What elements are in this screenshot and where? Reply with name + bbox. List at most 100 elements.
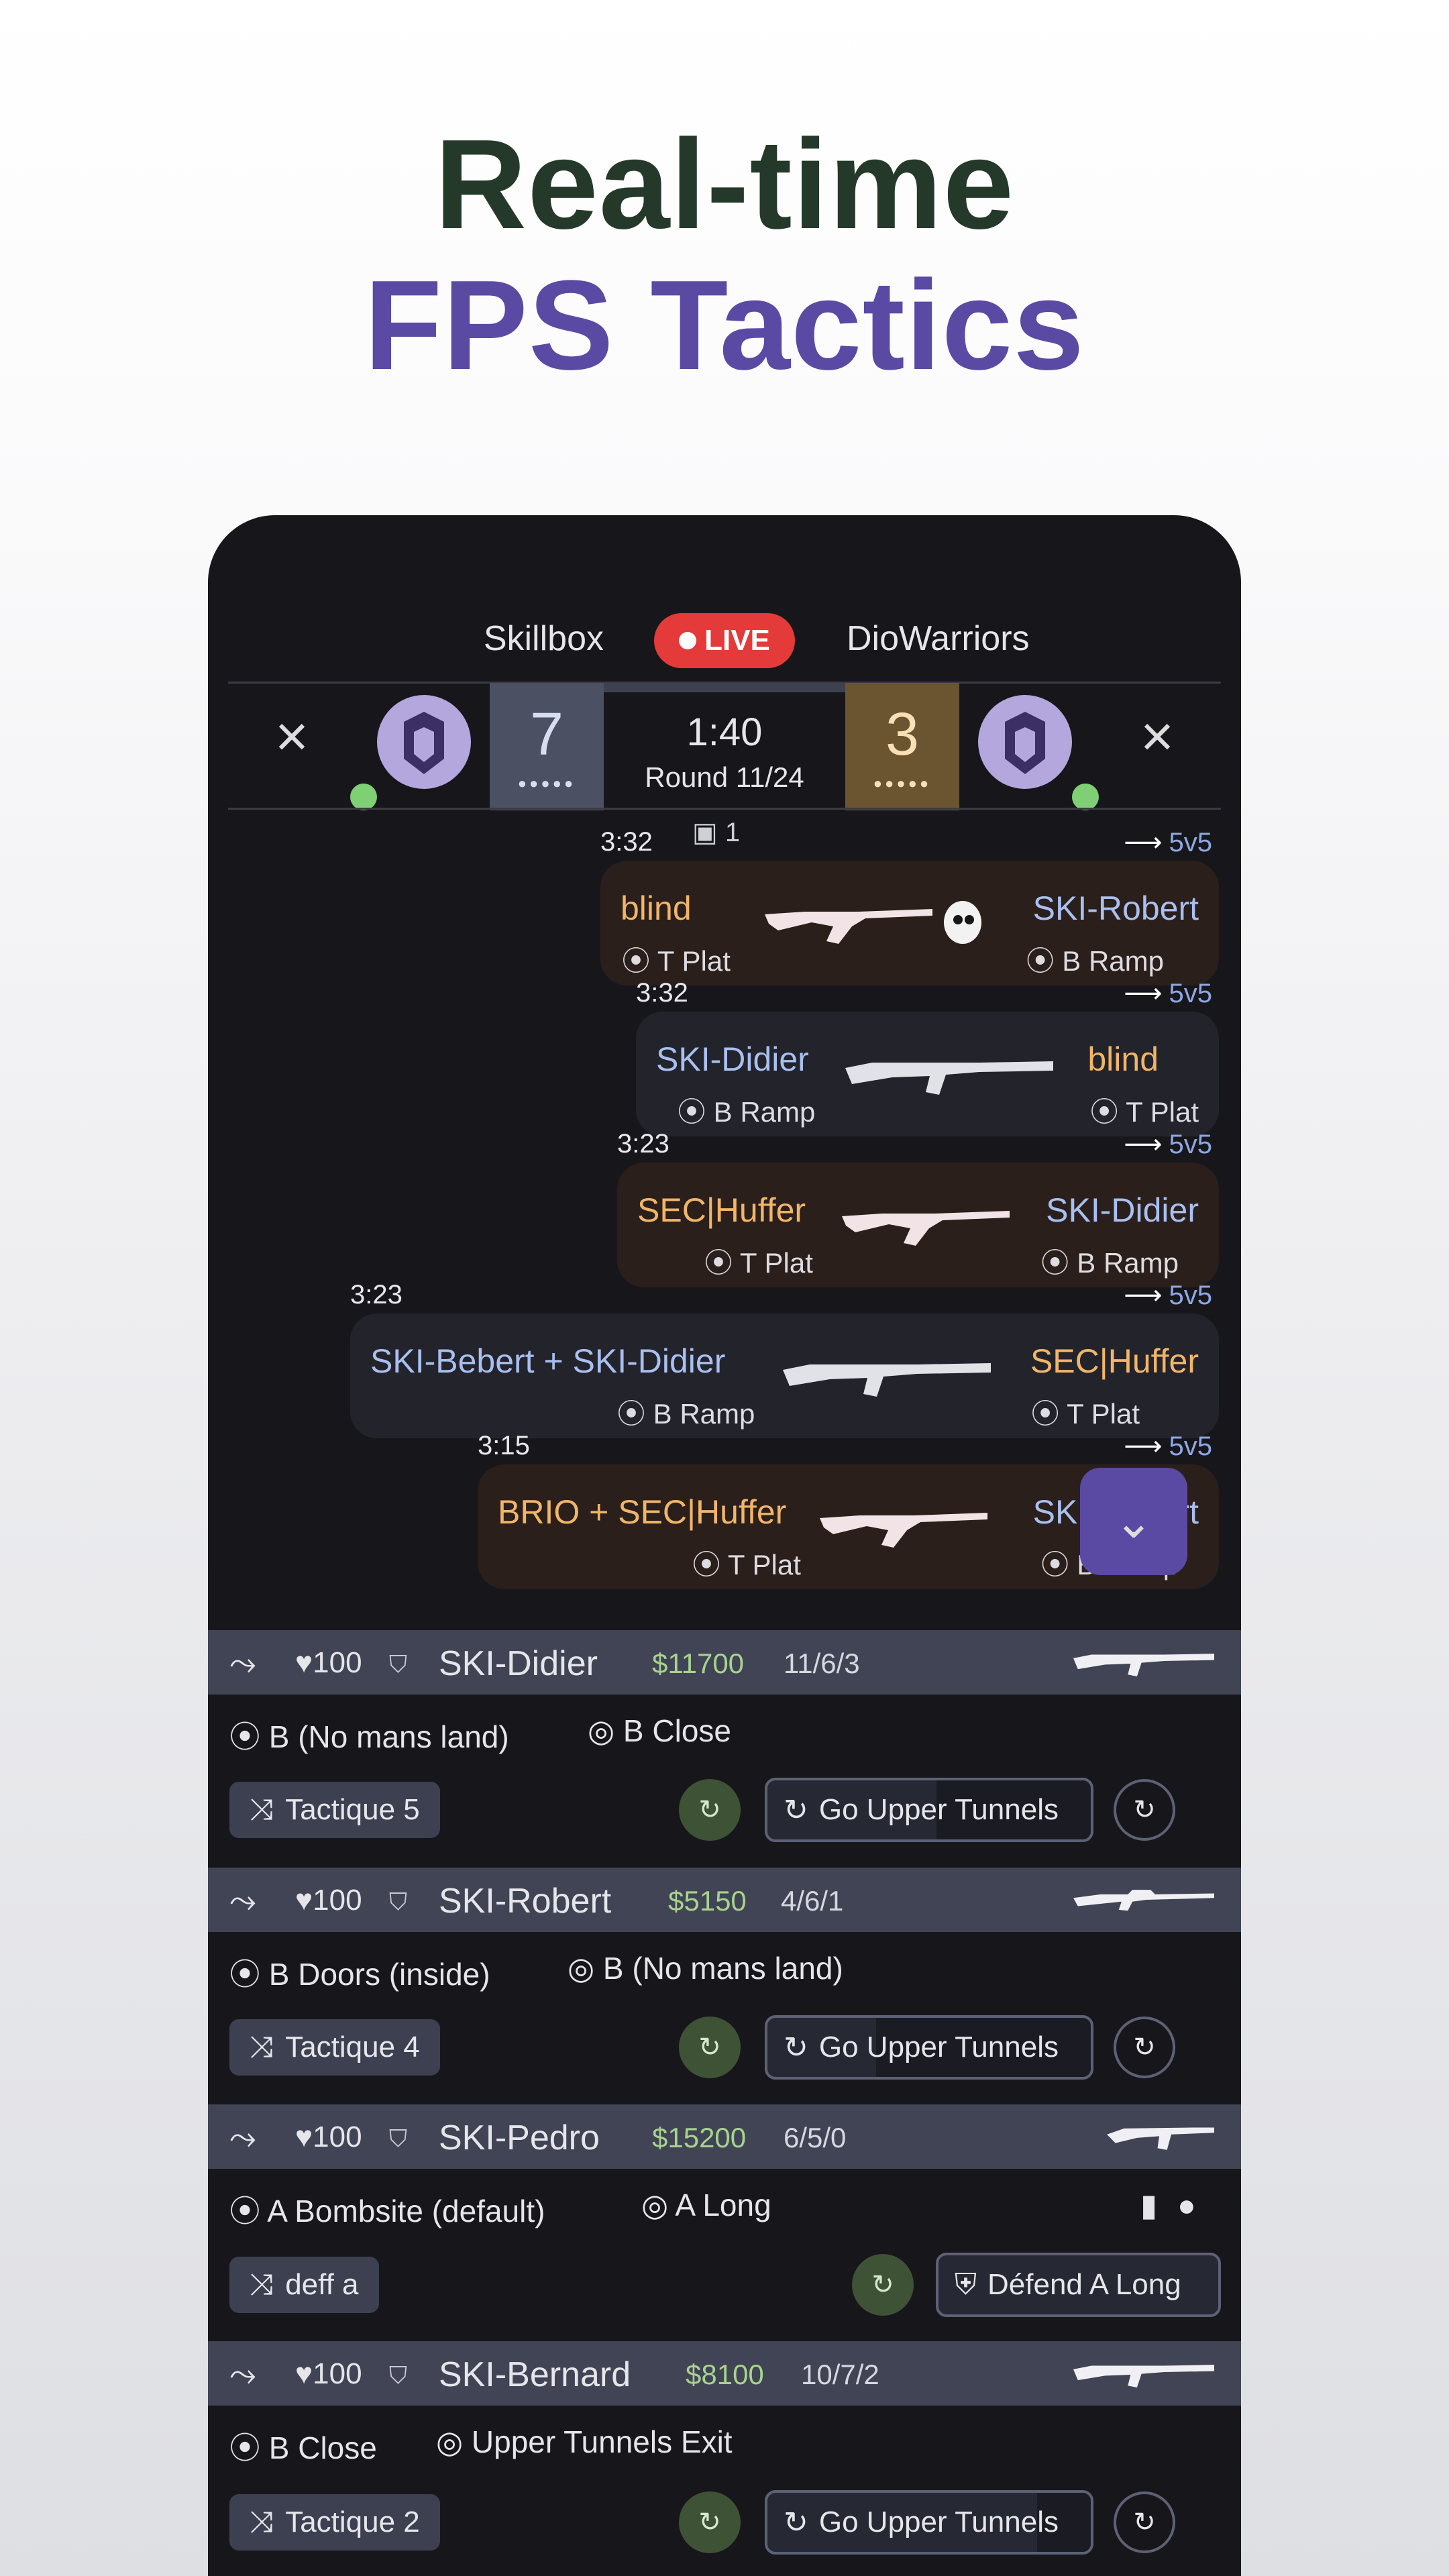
victim-name: blind bbox=[1087, 1040, 1159, 1078]
sniper-rifle-icon bbox=[1073, 1890, 1214, 1911]
score-left-box: 7 ●●●●● bbox=[490, 683, 604, 810]
killer-name: SEC|Huffer bbox=[637, 1191, 806, 1229]
players-alive-icon: ●●●●● bbox=[873, 775, 932, 792]
player-money: $5150 bbox=[668, 1885, 747, 1917]
target: ◎ A Long bbox=[641, 2188, 771, 2222]
kill-tag: ⟶ 5v5 bbox=[1124, 828, 1212, 857]
live-dot-icon bbox=[679, 632, 697, 649]
live-label: LIVE bbox=[704, 624, 770, 657]
action-button[interactable]: ↻ Go Upper Tunnels bbox=[765, 2015, 1093, 2080]
team-right-logo[interactable] bbox=[978, 695, 1072, 789]
killfeed-item[interactable]: 3:23 ⟶ 5v5 SKI-Bebert + SKI-Didier ⦿ B Ra… bbox=[350, 1280, 1219, 1438]
player-kda: 6/5/0 bbox=[784, 2122, 847, 2153]
tactic-chip[interactable]: ⤨ Tactique 5 bbox=[229, 1782, 440, 1838]
divider bbox=[228, 808, 1221, 810]
player-name: SKI-Pedro bbox=[439, 2118, 600, 2157]
killfeed-item[interactable]: 3:23 ⟶ 5v5 SEC|Huffer ⦿ T Plat SKI-Didier… bbox=[617, 1129, 1219, 1287]
killer-location: ⦿ T Plat bbox=[622, 945, 731, 977]
shuffle-icon: ⤨ bbox=[250, 1793, 274, 1826]
target: ◎ B (No mans land) bbox=[568, 1951, 843, 1986]
m4-rifle-icon bbox=[1073, 2365, 1214, 2387]
match-header: Skillbox LIVE DioWarriors bbox=[208, 609, 1241, 669]
arrow-icon: ⟶ bbox=[1124, 1432, 1163, 1461]
killfeed-item[interactable]: 3:32 ⟶ 5v5 blind ⦿ T Plat SKI-Robert ⦿ B … bbox=[600, 827, 1219, 985]
killer-name: blind bbox=[621, 890, 692, 927]
shuffle-icon: ⤨ bbox=[250, 2268, 274, 2301]
position: ⦿ A Bombsite (default) bbox=[229, 2194, 545, 2229]
armor-shield-icon: ⛉ bbox=[389, 2361, 408, 2389]
tv-icon: ▣ bbox=[692, 818, 718, 847]
armor-shield-icon: ⛉ bbox=[389, 2125, 408, 2152]
status-reload-icon[interactable]: ↻ bbox=[679, 2491, 741, 2553]
player-bar[interactable]: ⤳ ♥100 ⛉ SKI-Robert $5150 4/6/1 bbox=[208, 1868, 1241, 1932]
player-money: $15200 bbox=[652, 2122, 747, 2153]
health: ♥100 bbox=[295, 1884, 362, 1917]
action-button[interactable]: ↻ Go Upper Tunnels bbox=[765, 2490, 1093, 2555]
player-bar[interactable]: ⤳ ♥100 ⛉ SKI-Didier $11700 11/6/3 bbox=[208, 1630, 1241, 1695]
tactic-chip[interactable]: ⤨ Tactique 4 bbox=[229, 2019, 440, 2076]
team-left-name[interactable]: Skillbox bbox=[484, 619, 604, 659]
status-reload-icon[interactable]: ↻ bbox=[852, 2254, 914, 2316]
player-name: SKI-Didier bbox=[439, 1644, 598, 1683]
position: ⦿ B (No mans land) bbox=[229, 1719, 509, 1754]
close-right-icon[interactable]: × bbox=[1124, 703, 1191, 770]
health: ♥100 bbox=[295, 1646, 362, 1679]
player-location-row: ⦿ B Close ◎ Upper Tunnels Exit bbox=[208, 2424, 1241, 2484]
tactic-chip[interactable]: ⤨ Tactique 2 bbox=[229, 2494, 440, 2551]
famas-rifle-icon bbox=[1107, 2127, 1214, 2150]
team-right-name[interactable]: DioWarriors bbox=[847, 619, 1030, 659]
m4-rifle-icon bbox=[1073, 1654, 1214, 1676]
target: ◎ B Close bbox=[588, 1713, 731, 1748]
player-bar[interactable]: ⤳ ♥100 ⛉ SKI-Pedro $15200 6/5/0 bbox=[208, 2104, 1241, 2169]
score-left: 7 bbox=[529, 701, 564, 768]
killer-location: ⦿ B Ramp bbox=[678, 1096, 816, 1128]
redo-icon: ↻ bbox=[784, 2506, 808, 2539]
kill-tag: ⟶ 5v5 bbox=[1124, 979, 1212, 1008]
killer-name: BRIO + SEC|Huffer bbox=[498, 1493, 787, 1531]
victim-location: ⦿ T Plat bbox=[1090, 1096, 1199, 1128]
player-kda: 10/7/2 bbox=[801, 2359, 879, 2390]
phone-screen: Skillbox LIVE DioWarriors × 7 ●●●●● 1:40… bbox=[208, 515, 1241, 2576]
health: ♥100 bbox=[295, 2357, 362, 2390]
kill-time: 3:23 bbox=[350, 1280, 402, 1309]
kill-time: 3:23 bbox=[617, 1129, 669, 1159]
player-location-row: ⦿ B (No mans land) ◎ B Close bbox=[208, 1713, 1241, 1773]
tactic-chip[interactable]: ⤨ deff a bbox=[229, 2257, 379, 2313]
scoreboard: × 7 ●●●●● 1:40 Round 11/24 3 ●●●●● × bbox=[208, 683, 1241, 810]
team-left-logo[interactable] bbox=[377, 695, 471, 789]
player-location-row: ⦿ B Doors (inside) ◎ B (No mans land) bbox=[208, 1950, 1241, 2010]
hero-line2: FPS Tactics bbox=[364, 254, 1085, 396]
round-number: Round 11/24 bbox=[645, 761, 804, 793]
killfeed-item[interactable]: 3:32 ⟶ 5v5 SKI-Didier ⦿ B Ramp blind ⦿ T … bbox=[636, 978, 1219, 1136]
player-name: SKI-Bernard bbox=[439, 2355, 631, 2394]
status-reload-icon[interactable]: ↻ bbox=[679, 1779, 741, 1841]
next-action-icon[interactable]: ↻ bbox=[1114, 2491, 1175, 2553]
flashbang-icon: ▮ bbox=[1140, 2188, 1158, 2222]
player-location-row: ⦿ A Bombsite (default) ◎ A Long ▮ ● bbox=[208, 2187, 1241, 2247]
killer-name: SKI-Didier bbox=[656, 1040, 809, 1078]
score-right-box: 3 ●●●●● bbox=[845, 683, 959, 810]
victim-location: ⦿ B Ramp bbox=[1026, 945, 1164, 977]
next-action-icon[interactable]: ↻ bbox=[1114, 1779, 1175, 1841]
shuffle-icon: ⤨ bbox=[250, 2506, 274, 2538]
close-left-icon[interactable]: × bbox=[258, 703, 325, 770]
player-money: $11700 bbox=[652, 1648, 745, 1679]
action-button[interactable]: ↻ Go Upper Tunnels bbox=[765, 1778, 1093, 1842]
status-reload-icon[interactable]: ↻ bbox=[679, 2017, 741, 2078]
scroll-down-button[interactable]: ⌄ bbox=[1080, 1468, 1187, 1575]
knife-icon: ⤳ bbox=[229, 1644, 256, 1682]
shuffle-icon: ⤨ bbox=[250, 2031, 274, 2063]
arrow-icon: ⟶ bbox=[1124, 979, 1163, 1008]
kill-time: 3:32 bbox=[636, 978, 688, 1008]
player-bar[interactable]: ⤳ ♥100 ⛉ SKI-Bernard $8100 10/7/2 bbox=[208, 2341, 1241, 2406]
ak-rifle-icon bbox=[765, 909, 932, 944]
killer-location: ⦿ T Plat bbox=[692, 1549, 801, 1580]
action-button[interactable]: ⛨ Défend A Long bbox=[936, 2253, 1221, 2317]
victim-name: SEC|Huffer bbox=[1030, 1342, 1199, 1380]
kill-time: 3:32 bbox=[600, 827, 653, 857]
round-clock: 1:40 bbox=[686, 710, 763, 754]
victim-name: SKI-Didier bbox=[1046, 1191, 1199, 1229]
next-action-icon[interactable]: ↻ bbox=[1114, 2017, 1175, 2078]
spectator-count: 1 bbox=[724, 818, 741, 847]
round-info: 1:40 Round 11/24 bbox=[604, 683, 845, 810]
